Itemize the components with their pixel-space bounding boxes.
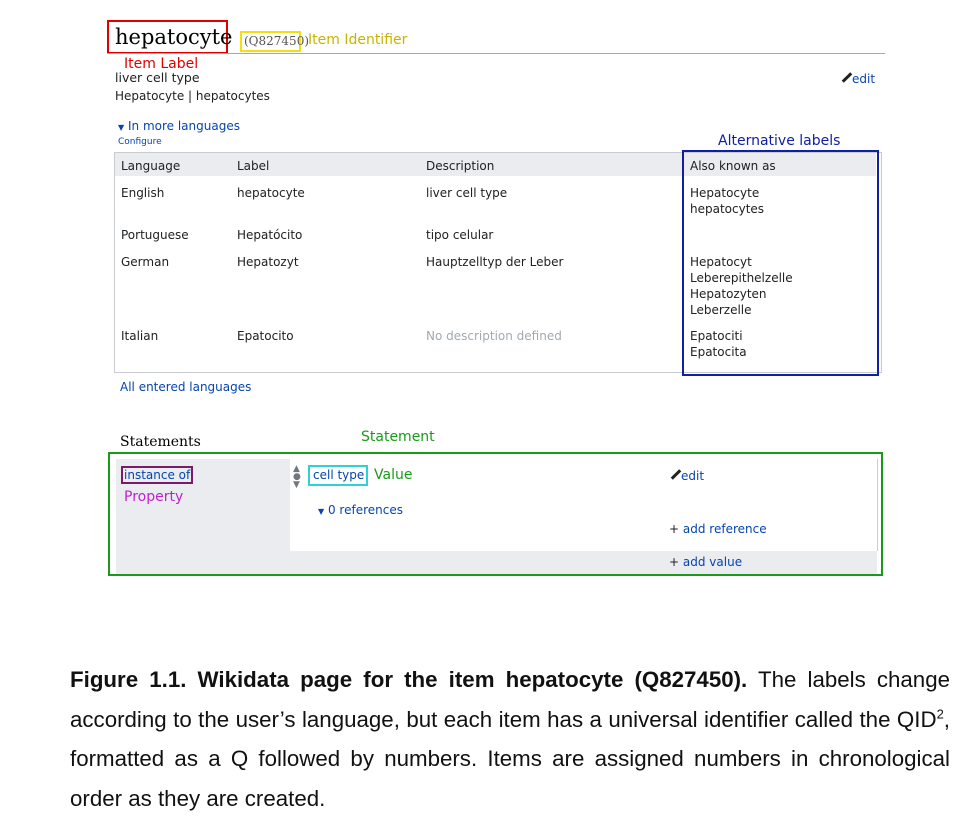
row-italian-language: Italian <box>121 329 159 343</box>
row-italian-label: Epatocito <box>237 329 294 343</box>
row-portuguese-language: Portuguese <box>121 228 189 242</box>
col-header-label: Label <box>237 159 270 173</box>
row-german-description: Hauptzelltyp der Leber <box>426 255 564 269</box>
row-german-label: Hepatozyt <box>237 255 299 269</box>
in-more-languages-toggle[interactable]: ▼ In more languages <box>118 119 240 135</box>
references-toggle[interactable]: ▼ 0 references <box>318 503 403 519</box>
references-label: 0 references <box>327 503 403 517</box>
alternative-labels-annotation: Alternative labels <box>718 133 841 149</box>
value-annotation: Value <box>374 467 413 483</box>
item-identifier: (Q827450) <box>244 34 310 48</box>
row-portuguese-description: tipo celular <box>426 228 494 242</box>
figure-caption-title: Figure 1.1. Wikidata page for the item h… <box>70 667 748 692</box>
property-annotation: Property <box>124 489 184 505</box>
alternative-labels-highlight-box <box>682 150 879 376</box>
row-german-language: German <box>121 255 170 269</box>
configure-link[interactable]: Configure <box>118 137 162 147</box>
value-cell-type-link[interactable]: cell type <box>313 468 364 483</box>
header-edit-link[interactable]: edit <box>840 71 875 87</box>
figure-caption: Figure 1.1. Wikidata page for the item h… <box>70 660 950 818</box>
row-portuguese-label: Hepatócito <box>237 228 303 242</box>
statements-heading: Statements <box>120 434 201 450</box>
col-header-description: Description <box>426 159 495 173</box>
plus-icon: + <box>669 555 680 569</box>
pencil-icon <box>840 71 852 83</box>
footnote-marker: 2 <box>936 706 944 722</box>
plus-icon: + <box>669 522 680 536</box>
in-more-languages-label: In more languages <box>127 119 240 133</box>
row-english-label: hepatocyte <box>237 186 305 200</box>
header-edit-label: edit <box>852 72 876 86</box>
pencil-icon <box>669 468 681 480</box>
chevron-down-icon: ▼ <box>318 507 325 516</box>
property-instance-of-link[interactable]: instance of <box>124 468 190 483</box>
col-header-language: Language <box>121 159 181 173</box>
statement-annotation: Statement <box>361 429 435 445</box>
statement-highlight-box <box>108 452 883 576</box>
statement-edit-link[interactable]: edit <box>669 468 704 484</box>
row-italian-description-placeholder: No description defined <box>426 329 562 343</box>
header-divider <box>107 53 885 54</box>
all-entered-languages-link[interactable]: All entered languages <box>120 380 251 395</box>
add-value-label: add value <box>682 555 743 569</box>
row-english-description: liver cell type <box>426 186 508 200</box>
item-aliases-line: Hepatocyte | hepatocytes <box>115 89 270 103</box>
item-identifier-annotation: Item Identifier <box>308 32 408 48</box>
add-value-link[interactable]: + add value <box>669 555 742 570</box>
add-reference-label: add reference <box>682 522 767 536</box>
rank-selector-icon[interactable]: ▲ ● ▼ <box>293 465 301 490</box>
item-label-heading: hepatocyte <box>115 25 233 49</box>
add-reference-link[interactable]: + add reference <box>669 522 767 537</box>
chevron-down-icon: ▼ <box>118 123 125 132</box>
statement-edit-label: edit <box>681 469 705 483</box>
item-description: liver cell type <box>115 70 200 85</box>
row-english-language: English <box>121 186 165 200</box>
